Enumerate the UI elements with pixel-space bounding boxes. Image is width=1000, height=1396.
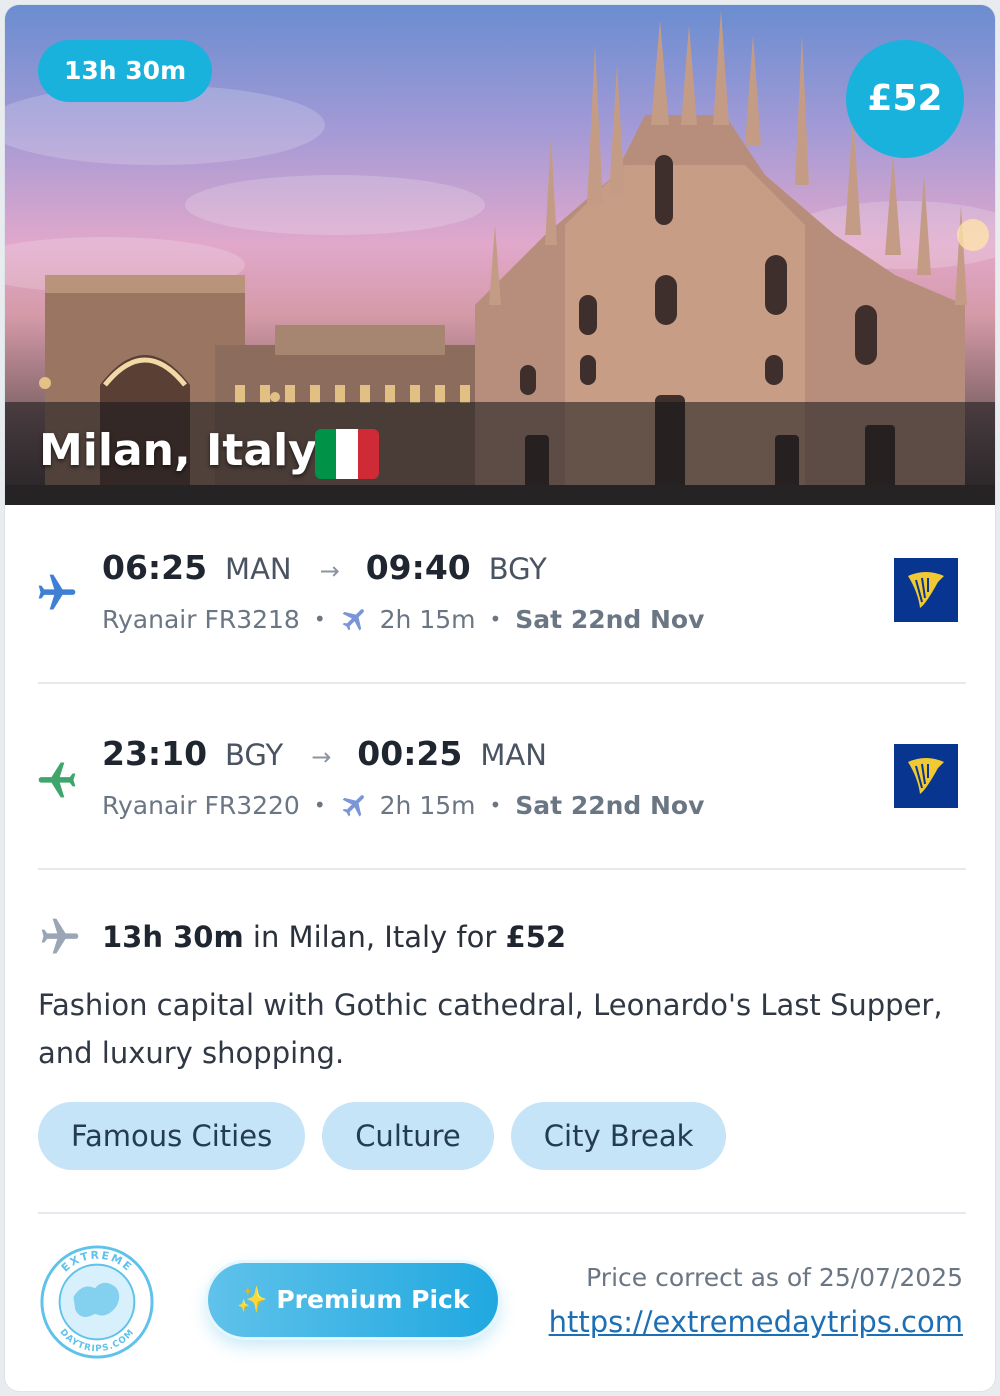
summary-text: 13h 30m in Milan, Italy for £52 [102, 920, 566, 954]
flight-date: Sat 22nd Nov [515, 604, 705, 634]
plane-return-icon [38, 762, 76, 798]
summary-duration: 13h 30m [102, 920, 244, 954]
extremedaytrips-stamp-logo: EXTREME DAYTRIPS.COM [40, 1245, 154, 1359]
arrow-right-icon: → [319, 557, 340, 585]
flight-number: Ryanair FR3218 [102, 604, 300, 634]
separator: • [313, 607, 326, 631]
flight-duration: 2h 15m [379, 604, 476, 634]
summary-price: £52 [505, 920, 567, 954]
ryanair-logo-icon[interactable] [894, 744, 958, 808]
tag-list: Famous Cities Culture City Break [38, 1102, 743, 1170]
separator: • [489, 607, 502, 631]
arrow-right-icon: → [311, 743, 332, 771]
outbound-meta: Ryanair FR3218 • 2h 15m • Sat 22nd Nov [102, 604, 704, 634]
divider [38, 682, 966, 684]
italy-flag-icon [315, 429, 379, 479]
departure-time: 06:25 [102, 548, 208, 587]
flight-number: Ryanair FR3220 [102, 790, 300, 820]
destination-title: Milan, Italy [39, 425, 317, 476]
arrival-time: 09:40 [365, 548, 471, 587]
return-meta: Ryanair FR3220 • 2h 15m • Sat 22nd Nov [102, 790, 704, 820]
airplane-icon [342, 795, 364, 817]
summary-location: in Milan, Italy for [243, 920, 506, 954]
airplane-icon [41, 918, 79, 954]
outbound-times: 06:25 MAN → 09:40 BGY [102, 548, 547, 592]
divider [38, 868, 966, 870]
flight-duration: 2h 15m [379, 790, 476, 820]
arrival-airport: MAN [480, 738, 547, 772]
duration-badge: 13h 30m [38, 40, 213, 102]
departure-airport: BGY [225, 738, 284, 772]
return-times: 23:10 BGY → 00:25 MAN [102, 734, 547, 778]
website-link[interactable]: https://extremedaytrips.com [549, 1305, 963, 1339]
flight-date: Sat 22nd Nov [515, 790, 705, 820]
destination-description: Fashion capital with Gothic cathedral, L… [38, 988, 943, 1070]
tag-famous-cities[interactable]: Famous Cities [38, 1102, 306, 1170]
departure-time: 23:10 [102, 734, 208, 773]
premium-pick-badge[interactable]: ✨ Premium Pick [208, 1263, 498, 1337]
tag-city-break[interactable]: City Break [510, 1102, 727, 1170]
separator: • [489, 793, 502, 817]
divider [38, 1212, 966, 1214]
airplane-icon [342, 609, 364, 631]
separator: • [313, 793, 326, 817]
return-flight-row[interactable]: 23:10 BGY → 00:25 MAN Ryanair FR3220 • 2… [5, 734, 995, 874]
tag-culture[interactable]: Culture [322, 1102, 494, 1170]
trip-card[interactable]: 13h 30m £52 Milan, Italy 06:25 MAN → 09:… [5, 5, 995, 1391]
arrival-airport: BGY [488, 552, 547, 586]
arrival-time: 00:25 [357, 734, 463, 773]
price-badge: £52 [846, 40, 964, 158]
price-correct-note: Price correct as of 25/07/2025 [586, 1263, 963, 1292]
trip-summary: 13h 30m in Milan, Italy for £52 [38, 915, 566, 959]
ryanair-logo-icon[interactable] [894, 558, 958, 622]
hero-image: 13h 30m £52 Milan, Italy [5, 5, 995, 505]
departure-airport: MAN [225, 552, 292, 586]
plane-takeoff-icon [38, 574, 76, 610]
outbound-flight-row[interactable]: 06:25 MAN → 09:40 BGY Ryanair FR3218 • 2… [5, 548, 995, 688]
